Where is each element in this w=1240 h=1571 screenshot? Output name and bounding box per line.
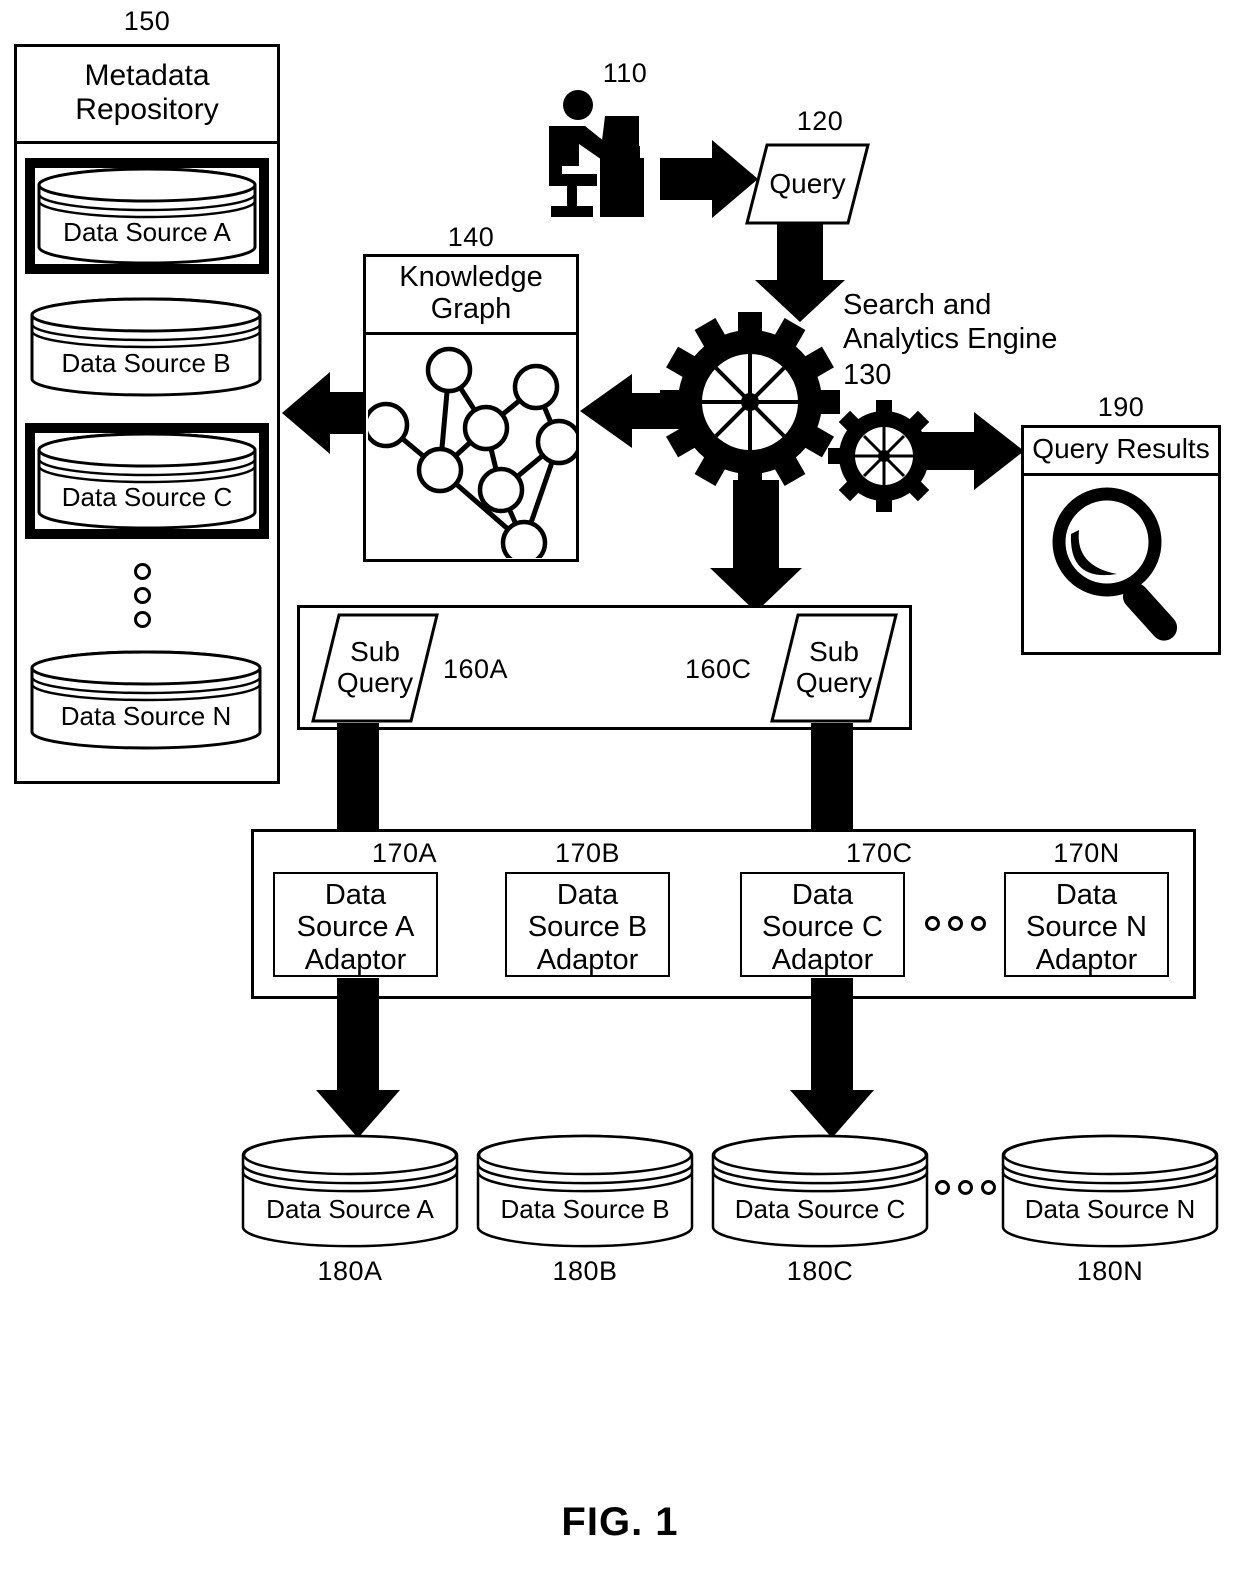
adaptor-c-label: Data Source C Adaptor — [762, 879, 883, 976]
store-b-label: Data Source B — [500, 1194, 670, 1224]
adaptor-n-ref: 170N — [1053, 838, 1120, 868]
metadata-repository-divider — [14, 141, 280, 144]
query-ref: 120 — [796, 106, 844, 136]
arrow-adaptor-a-to-store-a — [316, 978, 400, 1138]
ellipsis-dot — [948, 916, 963, 931]
user-ref: 110 — [602, 58, 648, 88]
metadata-cylinder-c-label: Data Source C — [61, 482, 233, 512]
adaptor-b-label: Data Source B Adaptor — [527, 879, 648, 976]
query-label: Query — [769, 167, 846, 199]
ellipsis-dot — [134, 563, 151, 580]
arrow-knowledge-graph-to-metadata — [282, 370, 372, 456]
graph-network-icon — [362, 340, 583, 567]
store-c-label: Data Source C — [734, 1194, 906, 1224]
subquery-c-ref: 160C — [685, 654, 752, 684]
store-a-ref: 180A — [317, 1256, 383, 1286]
adaptor-ellipsis — [925, 916, 986, 931]
store-n-ref: 180N — [1076, 1256, 1144, 1286]
arrow-engine-to-subqueries — [710, 480, 802, 612]
metadata-cylinder-n-label: Data Source N — [60, 701, 232, 731]
ellipsis-dot — [958, 1180, 973, 1195]
metadata-cylinder-n: Data Source N — [28, 650, 264, 750]
subquery-c-label: Sub Query — [795, 636, 873, 698]
arrow-engine-to-knowledge-graph — [580, 372, 690, 450]
ellipsis-dot — [134, 587, 151, 604]
store-c-ref: 180C — [786, 1256, 854, 1286]
query-results-title: Query Results — [1032, 433, 1210, 464]
knowledge-graph-ref: 140 — [447, 222, 495, 252]
adaptor-a-ref: 170A — [372, 838, 438, 868]
store-n-cylinder: Data Source N — [1000, 1133, 1220, 1251]
arrow-engine-to-query-results — [920, 410, 1024, 492]
ellipsis-dot — [925, 916, 940, 931]
arrow-query-to-engine — [755, 222, 845, 322]
store-a-cylinder: Data Source A — [240, 1133, 460, 1251]
metadata-repository-ref: 150 — [123, 6, 171, 36]
engine-label: Search and Analytics Engine — [843, 289, 1058, 356]
knowledge-graph-divider — [363, 332, 579, 335]
store-ellipsis — [935, 1180, 996, 1195]
figure-caption: FIG. 1 — [561, 1500, 679, 1544]
ellipsis-dot — [971, 916, 986, 931]
adaptor-c-ref: 170C — [846, 838, 913, 868]
person-at-desk-icon — [545, 90, 665, 227]
store-n-label: Data Source N — [1024, 1194, 1196, 1224]
metadata-cylinder-b: Data Source B — [28, 297, 264, 397]
subquery-a-label: Sub Query — [336, 636, 414, 698]
store-c-cylinder: Data Source C — [710, 1133, 930, 1251]
ellipsis-dot — [981, 1180, 996, 1195]
figure-canvas: 150 Metadata Repository Data Source A Da… — [0, 0, 1240, 1571]
store-b-ref: 180B — [552, 1256, 618, 1286]
store-b-cylinder: Data Source B — [475, 1133, 695, 1251]
ellipsis-dot — [935, 1180, 950, 1195]
adaptor-a-label: Data Source A Adaptor — [296, 879, 415, 976]
arrow-adaptor-c-to-store-c — [790, 978, 874, 1138]
magnifier-icon — [1045, 482, 1205, 647]
ellipsis-dot — [134, 611, 151, 628]
subquery-c-parallelogram: Sub Query — [770, 613, 898, 723]
metadata-cylinder-a-label: Data Source A — [63, 217, 231, 247]
store-a-label: Data Source A — [266, 1194, 434, 1224]
query-parallelogram: Query — [745, 143, 870, 225]
subquery-a-parallelogram: Sub Query — [311, 613, 439, 723]
query-results-ref: 190 — [1097, 392, 1145, 422]
query-results-divider — [1021, 473, 1221, 476]
metadata-cylinder-a: Data Source A — [35, 167, 259, 265]
metadata-cylinder-c: Data Source C — [35, 432, 259, 530]
adaptor-b-ref: 170B — [554, 838, 621, 868]
subquery-a-ref: 160A — [443, 654, 509, 684]
adaptor-n-label: Data Source N Adaptor — [1026, 879, 1147, 976]
metadata-cylinder-b-label: Data Source B — [61, 348, 231, 378]
metadata-repository-title: Metadata Repository — [75, 58, 219, 126]
knowledge-graph-title: Knowledge Graph — [399, 260, 543, 325]
engine-ref: 130 — [843, 359, 892, 391]
metadata-ellipsis — [134, 563, 151, 628]
